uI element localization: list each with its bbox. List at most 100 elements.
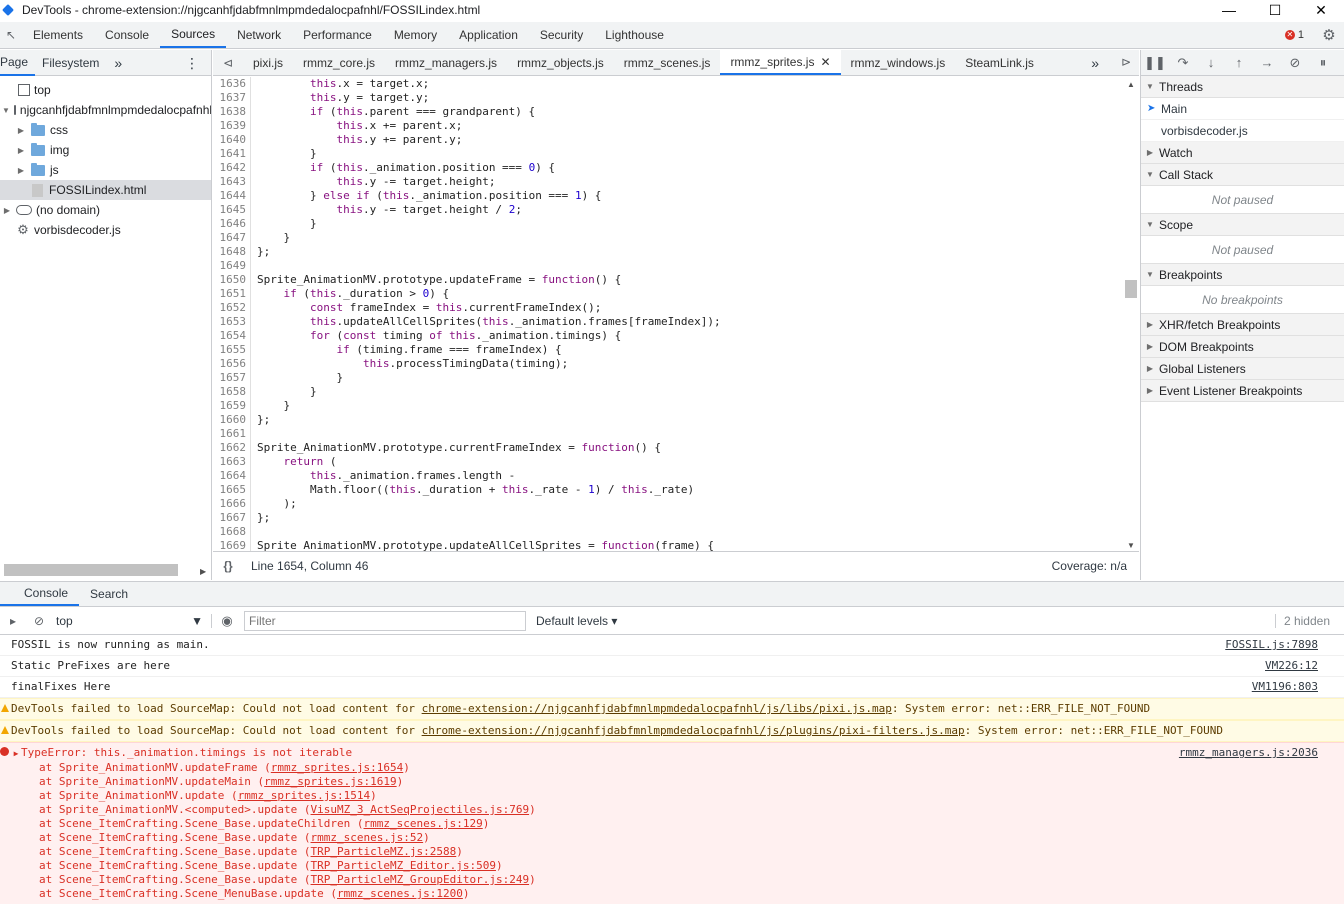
code-line[interactable]: 1662 Sprite_AnimationMV.prototype.current… — [213, 441, 1139, 455]
code-line[interactable]: 1668 — [213, 525, 1139, 539]
editor-tab[interactable]: rmmz_core.js — [293, 50, 385, 75]
code-line[interactable]: 1659 } — [213, 399, 1139, 413]
stack-frame-link[interactable]: TRP_ParticleMZ.js:2588 — [311, 845, 457, 858]
code-line[interactable]: 1637 this.y = target.y; — [213, 91, 1139, 105]
line-number[interactable]: 1637 — [213, 91, 251, 105]
code-line[interactable]: 1638 if (this.parent === grandparent) { — [213, 105, 1139, 119]
tree-item[interactable]: ▶ (no domain) — [0, 200, 211, 220]
editor-vertical-scrollbar[interactable]: ▲ ▼ — [1125, 80, 1137, 550]
collapsed-triangle-icon[interactable]: ▶ — [16, 126, 26, 135]
line-number[interactable]: 1667 — [213, 511, 251, 525]
code-line[interactable]: 1654 for (const timing of this._animatio… — [213, 329, 1139, 343]
line-number[interactable]: 1656 — [213, 357, 251, 371]
editor-tab[interactable]: pixi.js — [243, 50, 293, 75]
code-line[interactable]: 1653 this.updateAllCellSprites(this._ani… — [213, 315, 1139, 329]
line-number[interactable]: 1669 — [213, 539, 251, 551]
line-number[interactable]: 1666 — [213, 497, 251, 511]
log-levels-dropdown[interactable]: Default levels ▾ — [536, 614, 617, 628]
thread-main[interactable]: ➤ Main — [1141, 98, 1344, 120]
scroll-right-arrow-icon[interactable]: ▶ — [200, 567, 206, 576]
code-line[interactable]: 1644 } else if (this._animation.position… — [213, 189, 1139, 203]
scroll-down-arrow-icon[interactable]: ▼ — [1127, 541, 1135, 550]
pause-on-exceptions-icon[interactable]: ⏸ — [1309, 55, 1337, 71]
line-number[interactable]: 1661 — [213, 427, 251, 441]
code-line[interactable]: 1661 — [213, 427, 1139, 441]
line-number[interactable]: 1659 — [213, 399, 251, 413]
line-number[interactable]: 1642 — [213, 161, 251, 175]
tab-page[interactable]: Page — [0, 50, 36, 76]
tab-filesystem[interactable]: Filesystem — [35, 50, 106, 76]
line-number[interactable]: 1646 — [213, 217, 251, 231]
navigator-horizontal-scrollbar[interactable] — [4, 564, 178, 576]
minimize-icon[interactable]: — — [1206, 0, 1252, 20]
code-line[interactable]: 1645 this.y -= target.height / 2; — [213, 203, 1139, 217]
line-number[interactable]: 1643 — [213, 175, 251, 189]
stack-frame-link[interactable]: rmmz_sprites.js:1619 — [264, 775, 396, 788]
line-number[interactable]: 1663 — [213, 455, 251, 469]
section-breakpoints[interactable]: ▼ Breakpoints — [1141, 264, 1344, 286]
section-call-stack[interactable]: ▼ Call Stack — [1141, 164, 1344, 186]
code-line[interactable]: 1663 return ( — [213, 455, 1139, 469]
live-expression-eye-icon[interactable]: ◉ — [212, 613, 242, 629]
stack-frame-link[interactable]: rmmz_scenes.js:52 — [311, 831, 424, 844]
editor-tab[interactable]: rmmz_scenes.js — [614, 50, 721, 75]
toggle-debugger-icon[interactable]: ⊳ — [1121, 55, 1131, 69]
code-line[interactable]: 1647 } — [213, 231, 1139, 245]
editor-tab[interactable]: rmmz_objects.js — [507, 50, 614, 75]
code-line[interactable]: 1652 const frameIndex = this.currentFram… — [213, 301, 1139, 315]
expanded-triangle-icon[interactable]: ▶ — [11, 747, 21, 761]
section-threads[interactable]: ▼ Threads — [1141, 76, 1344, 98]
tree-item[interactable]: ▶ img — [0, 140, 211, 160]
line-number[interactable]: 1662 — [213, 441, 251, 455]
code-line[interactable]: 1655 if (timing.frame === frameIndex) { — [213, 343, 1139, 357]
more-files-chevron-icon[interactable]: » — [1091, 55, 1099, 71]
line-number[interactable]: 1668 — [213, 525, 251, 539]
code-line[interactable]: 1651 if (this._duration > 0) { — [213, 287, 1139, 301]
more-tabs-chevron-icon[interactable]: » — [114, 55, 122, 71]
stack-frame-link[interactable]: TRP_ParticleMZ_Editor.js:509 — [311, 859, 496, 872]
section-global-listeners[interactable]: ▶ Global Listeners — [1141, 358, 1344, 380]
stack-frame-link[interactable]: VisuMZ_3_ActSeqProjectiles.js:769 — [311, 803, 530, 816]
line-number[interactable]: 1644 — [213, 189, 251, 203]
code-line[interactable]: 1640 this.y += parent.y; — [213, 133, 1139, 147]
line-number[interactable]: 1665 — [213, 483, 251, 497]
context-selector[interactable]: top ▼ — [52, 613, 212, 628]
stack-frame-link[interactable]: rmmz_scenes.js:129 — [364, 817, 483, 830]
drawer-tab-console[interactable]: Console — [0, 582, 80, 606]
section-watch[interactable]: ▶ Watch — [1141, 142, 1344, 164]
collapsed-triangle-icon[interactable]: ▶ — [2, 206, 12, 215]
stack-frame-link[interactable]: rmmz_sprites.js:1514 — [238, 789, 370, 802]
tree-item[interactable]: ▼ njgcanhfjdabfmnlmpmdedalocpafnhl — [0, 100, 211, 120]
stack-frame-link[interactable]: rmmz_scenes.js:1200 — [337, 887, 463, 900]
section-event-listener-breakpoints[interactable]: ▶ Event Listener Breakpoints — [1141, 380, 1344, 402]
line-number[interactable]: 1651 — [213, 287, 251, 301]
tab-security[interactable]: Security — [529, 22, 594, 48]
code-line[interactable]: 1666 ); — [213, 497, 1139, 511]
deactivate-breakpoints-icon[interactable]: ⊘ — [1281, 55, 1309, 71]
source-link[interactable]: rmmz_managers.js:2036 — [1179, 746, 1318, 760]
toggle-navigator-icon[interactable]: ⊲ — [213, 50, 243, 75]
line-number[interactable]: 1638 — [213, 105, 251, 119]
code-line[interactable]: 1648}; — [213, 245, 1139, 259]
step-into-icon[interactable]: ↓ — [1197, 55, 1225, 70]
tree-item[interactable]: top — [0, 80, 211, 100]
line-number[interactable]: 1658 — [213, 385, 251, 399]
tree-item[interactable]: FOSSILindex.html — [0, 180, 211, 200]
maximize-icon[interactable]: ☐ — [1252, 0, 1298, 20]
tab-network[interactable]: Network — [226, 22, 292, 48]
settings-gear-icon[interactable]: ⚙ — [1318, 26, 1340, 44]
code-line[interactable]: 1657 } — [213, 371, 1139, 385]
tree-item[interactable]: ▶ js — [0, 160, 211, 180]
line-number[interactable]: 1645 — [213, 203, 251, 217]
step-over-icon[interactable]: ↷ — [1169, 55, 1197, 71]
close-icon[interactable]: ✕ — [1298, 0, 1344, 20]
close-tab-icon[interactable]: ✕ — [820, 55, 830, 69]
code-view[interactable]: 1636 this.x = target.x; 1637 this.y = tar… — [213, 77, 1139, 551]
sourcemap-link[interactable]: chrome-extension://njgcanhfjdabfmnlmpmde… — [422, 724, 965, 737]
source-link[interactable]: VM226:12 — [1265, 659, 1318, 673]
line-number[interactable]: 1649 — [213, 259, 251, 273]
error-count-badge[interactable]: ✕ 1 — [1284, 29, 1304, 41]
code-line[interactable]: 1664 this._animation.frames.length - — [213, 469, 1139, 483]
code-line[interactable]: 1669 Sprite_AnimationMV.prototype.updateA… — [213, 539, 1139, 551]
editor-tab[interactable]: rmmz_sprites.js ✕ — [720, 50, 841, 75]
